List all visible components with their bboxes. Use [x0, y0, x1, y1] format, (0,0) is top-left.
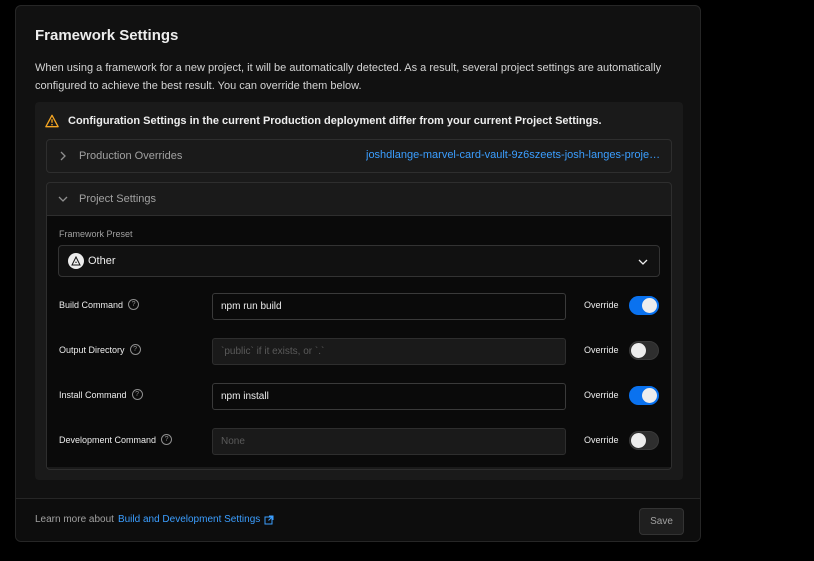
- development-command-override-toggle[interactable]: [629, 431, 659, 450]
- production-overrides-label: Production Overrides: [79, 150, 183, 162]
- framework-preset-select[interactable]: Other: [58, 245, 660, 277]
- build-command-label: Build Command: [59, 299, 124, 310]
- help-icon[interactable]: ?: [128, 299, 140, 310]
- output-directory-input[interactable]: [212, 338, 566, 365]
- settings-panel: Configuration Settings in the current Pr…: [35, 102, 683, 480]
- override-label: Override: [584, 345, 619, 355]
- chevron-down-icon: [638, 259, 648, 265]
- help-icon[interactable]: ?: [131, 389, 143, 400]
- project-settings-header[interactable]: Project Settings: [47, 183, 671, 215]
- install-command-row: Install Command ? Override: [59, 383, 661, 410]
- framework-settings-card: Framework Settings When using a framewor…: [15, 5, 701, 542]
- config-warning: Configuration Settings in the current Pr…: [45, 113, 602, 129]
- development-command-input[interactable]: [212, 428, 566, 455]
- framework-preset-value: Other: [88, 255, 116, 267]
- override-label: Override: [584, 390, 619, 400]
- output-directory-row: Output Directory ? Override: [59, 338, 661, 365]
- other-framework-icon: [68, 253, 84, 269]
- external-link-icon: [264, 515, 274, 524]
- help-icon[interactable]: ?: [161, 434, 173, 445]
- project-settings-accordion: Project Settings Framework Preset Other: [46, 182, 672, 470]
- warning-icon: [45, 114, 59, 128]
- build-settings-docs-link[interactable]: Build and Development Settings: [118, 514, 260, 525]
- card-footer: Learn more about Build and Development S…: [16, 498, 700, 541]
- output-directory-label: Output Directory: [59, 344, 125, 355]
- production-overrides-accordion[interactable]: Production Overrides joshdlange-marvel-c…: [46, 139, 672, 173]
- override-label: Override: [584, 435, 619, 445]
- section-description: When using a framework for a new project…: [35, 62, 662, 92]
- help-icon[interactable]: ?: [129, 344, 141, 355]
- chevron-right-icon: [60, 151, 66, 161]
- framework-preset-label: Framework Preset: [59, 229, 133, 239]
- production-deployment-link[interactable]: joshdlange-marvel-card-vault-9z6szeets-j…: [366, 149, 661, 161]
- build-command-row: Build Command ? Override: [59, 293, 661, 320]
- project-settings-body: Framework Preset Other Build Command ? n…: [47, 215, 671, 467]
- learn-more-prefix: Learn more about: [35, 514, 114, 525]
- development-command-label: Development Command: [59, 434, 157, 445]
- development-command-row: Development Command ? Override: [59, 428, 661, 455]
- learn-more: Learn more about Build and Development S…: [35, 514, 274, 525]
- warning-text: Configuration Settings in the current Pr…: [68, 115, 602, 127]
- install-command-override-toggle[interactable]: [629, 386, 659, 405]
- install-command-input[interactable]: [212, 383, 566, 410]
- project-settings-label: Project Settings: [79, 193, 157, 205]
- install-command-label: Install Command: [59, 389, 127, 400]
- save-button[interactable]: Save: [639, 508, 684, 535]
- chevron-down-icon: [58, 196, 68, 202]
- override-label: Override: [584, 300, 619, 310]
- build-command-override-toggle[interactable]: [629, 296, 659, 315]
- section-title: Framework Settings: [35, 27, 179, 44]
- output-directory-override-toggle[interactable]: [629, 341, 659, 360]
- build-command-input[interactable]: [212, 293, 566, 320]
